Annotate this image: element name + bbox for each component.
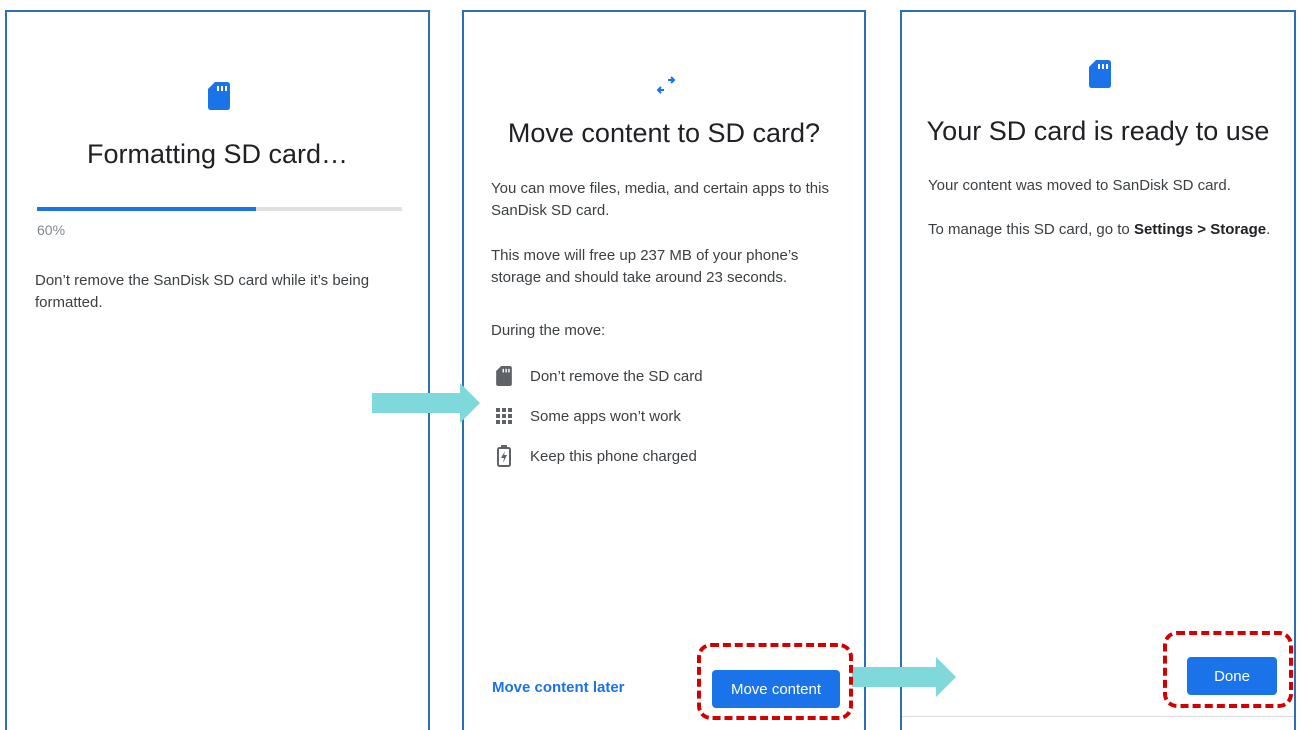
screen-formatting: Formatting SD card… 60% Don’t remove the…	[5, 10, 430, 730]
sd-card-icon	[1089, 60, 1111, 88]
progress-percent-label: 60%	[37, 222, 66, 238]
manage-prefix: To manage this SD card, go to	[928, 221, 1134, 238]
bullet-sd-card: Don’t remove the SD card	[494, 364, 703, 388]
flow-arrow-icon	[372, 383, 480, 423]
apps-grid-icon	[494, 405, 514, 427]
highlight-done	[1163, 631, 1293, 708]
move-details-text: This move will free up 237 MB of your ph…	[491, 247, 799, 286]
flow-arrow-icon	[852, 657, 956, 697]
bullet-label: Keep this phone charged	[530, 447, 697, 465]
sd-card-icon	[494, 365, 514, 387]
moved-message-text: Your content was moved to SanDisk SD car…	[928, 177, 1231, 194]
manage-suffix: .	[1266, 221, 1271, 238]
ready-title: Your SD card is ready to use	[926, 116, 1270, 146]
manage-storage-text: To manage this SD card, go to Settings >…	[928, 219, 1288, 241]
bullet-label: Some apps won’t work	[530, 407, 681, 425]
format-progress-fill	[37, 207, 256, 211]
battery-charging-icon	[494, 445, 514, 467]
move-title: Move content to SD card?	[507, 118, 821, 148]
bullet-apps: Some apps won’t work	[494, 404, 681, 428]
format-progress-bar	[37, 207, 402, 211]
bullet-battery: Keep this phone charged	[494, 444, 697, 468]
sd-card-icon	[208, 82, 230, 110]
swap-arrows-icon	[656, 76, 676, 94]
during-move-label: During the move:	[491, 322, 606, 339]
move-intro-text: You can move files, media, and certain a…	[491, 180, 829, 219]
formatting-title: Formatting SD card…	[86, 139, 349, 169]
screen-ready: Your SD card is ready to use Your conten…	[900, 10, 1296, 730]
move-content-later-button[interactable]: Move content later	[492, 679, 625, 696]
screen-move-content: Move content to SD card? You can move fi…	[462, 10, 866, 730]
format-warning-text: Don’t remove the SanDisk SD card while i…	[35, 272, 370, 311]
highlight-move-content	[697, 643, 853, 720]
settings-storage-path: Settings > Storage	[1133, 221, 1267, 238]
bullet-label: Don’t remove the SD card	[530, 367, 703, 385]
divider	[902, 716, 1294, 717]
